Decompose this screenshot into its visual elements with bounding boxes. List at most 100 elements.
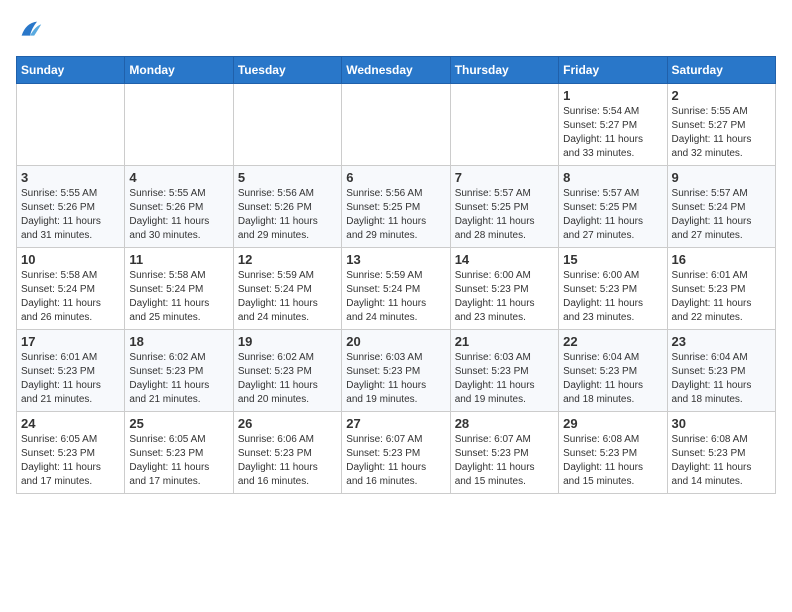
day-info-text: Sunrise: 6:01 AMSunset: 5:23 PMDaylight:… <box>672 269 771 325</box>
day-number: 16 <box>672 252 771 267</box>
day-number: 12 <box>238 252 337 267</box>
calendar-day-cell: 30 Sunrise: 6:08 AMSunset: 5:23 PMDayligh… <box>667 412 775 494</box>
day-info-text: Sunrise: 6:00 AMSunset: 5:23 PMDaylight:… <box>455 269 554 325</box>
calendar-day-cell <box>17 84 125 166</box>
day-number: 3 <box>21 170 120 185</box>
calendar-day-cell: 26Sunrise: 6:06 AMSunset: 5:23 PMDayligh… <box>233 412 341 494</box>
calendar-day-cell: 21 Sunrise: 6:03 AMSunset: 5:23 PMDayligh… <box>450 330 558 412</box>
calendar-day-cell: 28 Sunrise: 6:07 AMSunset: 5:23 PMDayligh… <box>450 412 558 494</box>
calendar-day-cell: 14 Sunrise: 6:00 AMSunset: 5:23 PMDayligh… <box>450 248 558 330</box>
day-number: 2 <box>672 88 771 103</box>
day-number: 22 <box>563 334 662 349</box>
day-number: 9 <box>672 170 771 185</box>
weekday-header-sunday: Sunday <box>17 57 125 84</box>
day-info-text: Sunrise: 6:04 AMSunset: 5:23 PMDaylight:… <box>563 351 662 407</box>
calendar-day-cell: 11Sunrise: 5:58 AMSunset: 5:24 PMDayligh… <box>125 248 233 330</box>
day-info-text: Sunrise: 5:57 AMSunset: 5:24 PMDaylight:… <box>672 187 771 243</box>
calendar-day-cell: 22 Sunrise: 6:04 AMSunset: 5:23 PMDayligh… <box>559 330 667 412</box>
calendar-day-cell: 2 Sunrise: 5:55 AMSunset: 5:27 PMDaylight… <box>667 84 775 166</box>
calendar-week-row: 1 Sunrise: 5:54 AMSunset: 5:27 PMDaylight… <box>17 84 776 166</box>
calendar-day-cell <box>233 84 341 166</box>
day-info-text: Sunrise: 6:04 AMSunset: 5:23 PMDaylight:… <box>672 351 771 407</box>
calendar-week-row: 24 Sunrise: 6:05 AMSunset: 5:23 PMDayligh… <box>17 412 776 494</box>
day-number: 13 <box>346 252 445 267</box>
day-number: 24 <box>21 416 120 431</box>
day-info-text: Sunrise: 6:02 AMSunset: 5:23 PMDaylight:… <box>238 351 337 407</box>
calendar-day-cell: 23 Sunrise: 6:04 AMSunset: 5:23 PMDayligh… <box>667 330 775 412</box>
calendar-day-cell: 29 Sunrise: 6:08 AMSunset: 5:23 PMDayligh… <box>559 412 667 494</box>
calendar-day-cell: 6 Sunrise: 5:56 AMSunset: 5:25 PMDaylight… <box>342 166 450 248</box>
calendar-week-row: 3 Sunrise: 5:55 AMSunset: 5:26 PMDaylight… <box>17 166 776 248</box>
day-number: 15 <box>563 252 662 267</box>
calendar-day-cell: 10 Sunrise: 5:58 AMSunset: 5:24 PMDayligh… <box>17 248 125 330</box>
calendar-header-row: SundayMondayTuesdayWednesdayThursdayFrid… <box>17 57 776 84</box>
day-info-text: Sunrise: 5:56 AMSunset: 5:26 PMDaylight:… <box>238 187 337 243</box>
calendar-day-cell: 8 Sunrise: 5:57 AMSunset: 5:25 PMDaylight… <box>559 166 667 248</box>
day-info-text: Sunrise: 6:07 AMSunset: 5:23 PMDaylight:… <box>455 433 554 489</box>
day-number: 19 <box>238 334 337 349</box>
logo-bird-icon <box>16 16 44 44</box>
day-info-text: Sunrise: 6:05 AMSunset: 5:23 PMDaylight:… <box>129 433 228 489</box>
day-number: 6 <box>346 170 445 185</box>
day-info-text: Sunrise: 6:03 AMSunset: 5:23 PMDaylight:… <box>455 351 554 407</box>
page-header <box>16 16 776 44</box>
calendar-day-cell <box>450 84 558 166</box>
calendar-week-row: 17 Sunrise: 6:01 AMSunset: 5:23 PMDayligh… <box>17 330 776 412</box>
day-info-text: Sunrise: 5:55 AMSunset: 5:26 PMDaylight:… <box>21 187 120 243</box>
calendar-week-row: 10 Sunrise: 5:58 AMSunset: 5:24 PMDayligh… <box>17 248 776 330</box>
day-number: 5 <box>238 170 337 185</box>
calendar-day-cell: 25Sunrise: 6:05 AMSunset: 5:23 PMDayligh… <box>125 412 233 494</box>
calendar-day-cell <box>125 84 233 166</box>
day-info-text: Sunrise: 5:58 AMSunset: 5:24 PMDaylight:… <box>21 269 120 325</box>
day-info-text: Sunrise: 6:06 AMSunset: 5:23 PMDaylight:… <box>238 433 337 489</box>
weekday-header-friday: Friday <box>559 57 667 84</box>
day-info-text: Sunrise: 6:00 AMSunset: 5:23 PMDaylight:… <box>563 269 662 325</box>
day-info-text: Sunrise: 5:58 AMSunset: 5:24 PMDaylight:… <box>129 269 228 325</box>
day-number: 23 <box>672 334 771 349</box>
day-info-text: Sunrise: 5:59 AMSunset: 5:24 PMDaylight:… <box>238 269 337 325</box>
calendar-day-cell: 19 Sunrise: 6:02 AMSunset: 5:23 PMDayligh… <box>233 330 341 412</box>
day-info-text: Sunrise: 5:55 AMSunset: 5:27 PMDaylight:… <box>672 105 771 161</box>
day-number: 1 <box>563 88 662 103</box>
day-number: 21 <box>455 334 554 349</box>
day-info-text: Sunrise: 5:56 AMSunset: 5:25 PMDaylight:… <box>346 187 445 243</box>
weekday-header-thursday: Thursday <box>450 57 558 84</box>
weekday-header-wednesday: Wednesday <box>342 57 450 84</box>
day-info-text: Sunrise: 6:07 AMSunset: 5:23 PMDaylight:… <box>346 433 445 489</box>
calendar-table: SundayMondayTuesdayWednesdayThursdayFrid… <box>16 56 776 494</box>
day-number: 20 <box>346 334 445 349</box>
calendar-day-cell: 18 Sunrise: 6:02 AMSunset: 5:23 PMDayligh… <box>125 330 233 412</box>
day-info-text: Sunrise: 6:01 AMSunset: 5:23 PMDaylight:… <box>21 351 120 407</box>
day-number: 28 <box>455 416 554 431</box>
calendar-day-cell: 9 Sunrise: 5:57 AMSunset: 5:24 PMDaylight… <box>667 166 775 248</box>
day-info-text: Sunrise: 5:55 AMSunset: 5:26 PMDaylight:… <box>129 187 228 243</box>
calendar-day-cell: 4Sunrise: 5:55 AMSunset: 5:26 PMDaylight… <box>125 166 233 248</box>
day-info-text: Sunrise: 5:57 AMSunset: 5:25 PMDaylight:… <box>563 187 662 243</box>
calendar-day-cell: 13 Sunrise: 5:59 AMSunset: 5:24 PMDayligh… <box>342 248 450 330</box>
day-info-text: Sunrise: 6:03 AMSunset: 5:23 PMDaylight:… <box>346 351 445 407</box>
day-number: 14 <box>455 252 554 267</box>
day-number: 29 <box>563 416 662 431</box>
logo <box>16 16 48 44</box>
day-number: 30 <box>672 416 771 431</box>
weekday-header-monday: Monday <box>125 57 233 84</box>
calendar-day-cell: 12 Sunrise: 5:59 AMSunset: 5:24 PMDayligh… <box>233 248 341 330</box>
day-number: 27 <box>346 416 445 431</box>
day-number: 8 <box>563 170 662 185</box>
day-info-text: Sunrise: 5:59 AMSunset: 5:24 PMDaylight:… <box>346 269 445 325</box>
calendar-day-cell: 15 Sunrise: 6:00 AMSunset: 5:23 PMDayligh… <box>559 248 667 330</box>
day-number: 17 <box>21 334 120 349</box>
day-info-text: Sunrise: 5:54 AMSunset: 5:27 PMDaylight:… <box>563 105 662 161</box>
calendar-day-cell: 1 Sunrise: 5:54 AMSunset: 5:27 PMDaylight… <box>559 84 667 166</box>
day-number: 18 <box>129 334 228 349</box>
calendar-day-cell: 20 Sunrise: 6:03 AMSunset: 5:23 PMDayligh… <box>342 330 450 412</box>
calendar-day-cell: 7Sunrise: 5:57 AMSunset: 5:25 PMDaylight… <box>450 166 558 248</box>
calendar-day-cell: 27 Sunrise: 6:07 AMSunset: 5:23 PMDayligh… <box>342 412 450 494</box>
calendar-day-cell: 17 Sunrise: 6:01 AMSunset: 5:23 PMDayligh… <box>17 330 125 412</box>
day-info-text: Sunrise: 6:05 AMSunset: 5:23 PMDaylight:… <box>21 433 120 489</box>
day-info-text: Sunrise: 6:08 AMSunset: 5:23 PMDaylight:… <box>563 433 662 489</box>
day-info-text: Sunrise: 6:08 AMSunset: 5:23 PMDaylight:… <box>672 433 771 489</box>
day-number: 10 <box>21 252 120 267</box>
day-info-text: Sunrise: 6:02 AMSunset: 5:23 PMDaylight:… <box>129 351 228 407</box>
weekday-header-tuesday: Tuesday <box>233 57 341 84</box>
